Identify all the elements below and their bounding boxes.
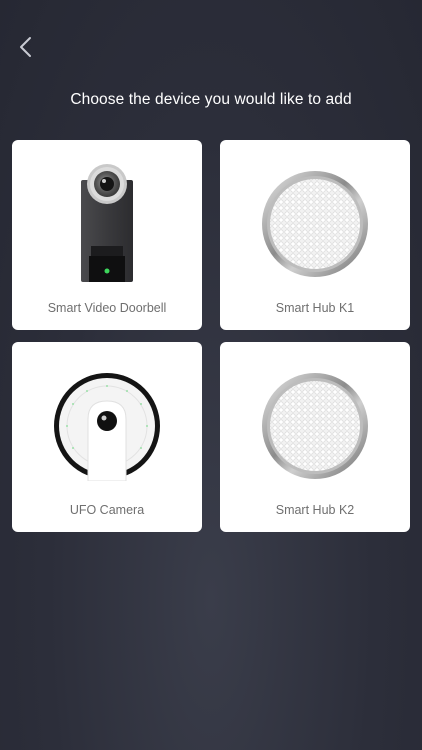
ufo-camera-icon <box>12 356 202 496</box>
back-button[interactable] <box>10 30 42 64</box>
doorbell-icon <box>12 154 202 294</box>
device-label: Smart Hub K1 <box>275 301 355 315</box>
page-title: Choose the device you would like to add <box>70 91 352 108</box>
device-label: Smart Hub K2 <box>275 503 355 517</box>
device-card-smart-hub-k1[interactable]: Smart Hub K1 <box>220 140 410 330</box>
device-grid: Smart Video Doorbell Smart Hub K1 UFO Ca… <box>12 140 410 532</box>
device-card-ufo-camera[interactable]: UFO Camera <box>12 342 202 532</box>
device-card-smart-video-doorbell[interactable]: Smart Video Doorbell <box>12 140 202 330</box>
hub-icon <box>220 154 410 294</box>
device-label: Smart Video Doorbell <box>47 301 167 315</box>
device-card-smart-hub-k2[interactable]: Smart Hub K2 <box>220 342 410 532</box>
hub-icon <box>220 356 410 496</box>
device-label: UFO Camera <box>69 503 145 517</box>
chevron-left-icon <box>20 37 31 57</box>
